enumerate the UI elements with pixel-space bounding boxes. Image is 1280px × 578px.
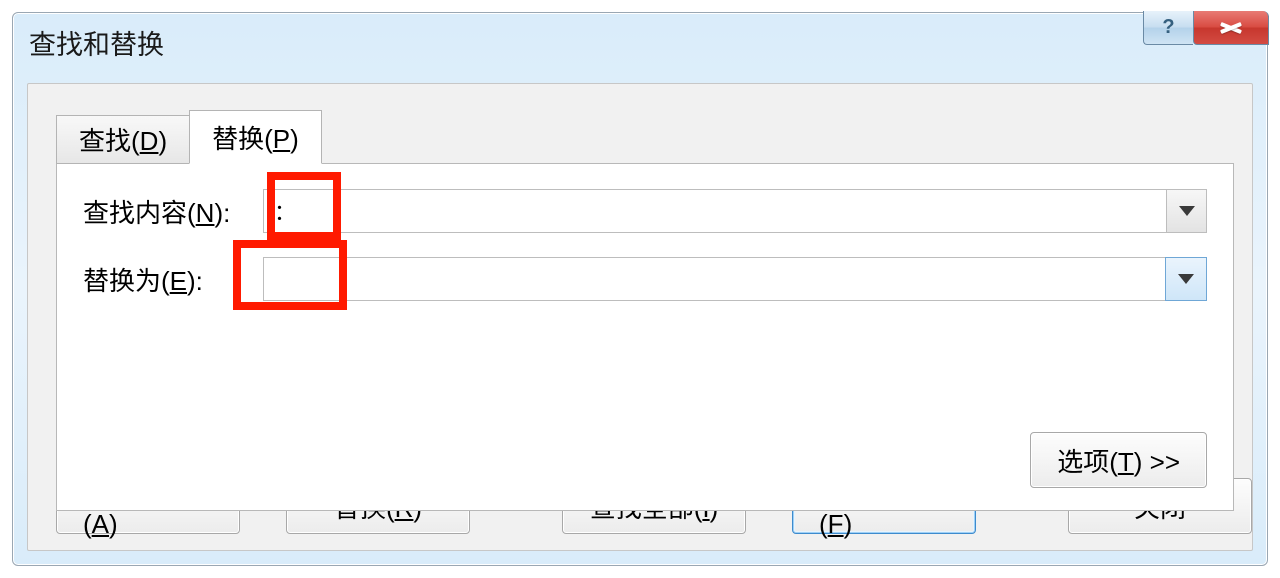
find-what-dropdown-button[interactable] [1166,190,1206,232]
find-what-combo [263,189,1207,233]
chevron-down-icon [1179,206,1195,216]
tab-find[interactable]: 查找(D) [56,115,190,164]
tab-replace[interactable]: 替换(P) [189,110,322,164]
chevron-down-icon [1178,274,1194,284]
help-icon: ? [1162,16,1174,39]
replace-with-row: 替换为(E): [83,256,1207,302]
find-replace-dialog: 查找和替换 ? 查找(D) 替换(P) [12,12,1268,566]
options-button[interactable]: 选项(T) >> [1030,432,1207,488]
replace-with-label: 替换为(E): [83,261,263,298]
dialog-body: 查找(D) 替换(P) 查找内容(N): [27,83,1253,551]
replace-with-input[interactable] [264,258,1165,300]
replace-with-combo [263,257,1207,301]
tab-find-label: 查找(D) [79,121,167,158]
help-button[interactable]: ? [1143,11,1193,45]
titlebar-buttons: ? [1143,11,1269,45]
replace-with-dropdown-button[interactable] [1165,257,1207,301]
find-what-row: 查找内容(N): [83,188,1207,234]
tab-replace-label: 替换(P) [212,119,299,156]
titlebar: 查找和替换 ? [13,13,1267,71]
replace-page: 查找内容(N): 替换为(E): [56,163,1234,511]
find-what-input[interactable] [264,190,1166,232]
find-what-label: 查找内容(N): [83,193,263,230]
tab-strip: 查找(D) 替换(P) [56,110,322,164]
dialog-title: 查找和替换 [29,23,164,62]
close-icon [1220,21,1242,35]
window-close-button[interactable] [1193,11,1269,45]
options-button-label: 选项(T) >> [1057,442,1180,479]
options-row: 选项(T) >> [1030,432,1207,488]
